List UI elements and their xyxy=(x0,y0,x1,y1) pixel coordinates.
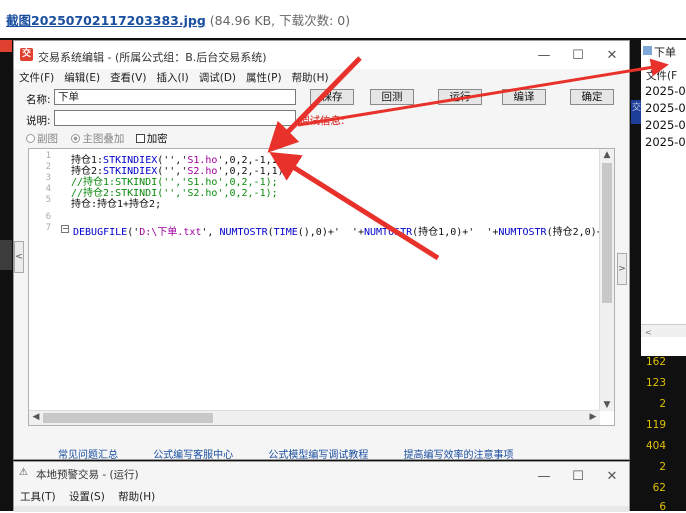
annotation-overlay xyxy=(267,56,669,261)
annotation-arrow xyxy=(297,58,669,127)
annotation-arrow xyxy=(269,152,440,261)
annotation-arrow xyxy=(267,56,362,153)
